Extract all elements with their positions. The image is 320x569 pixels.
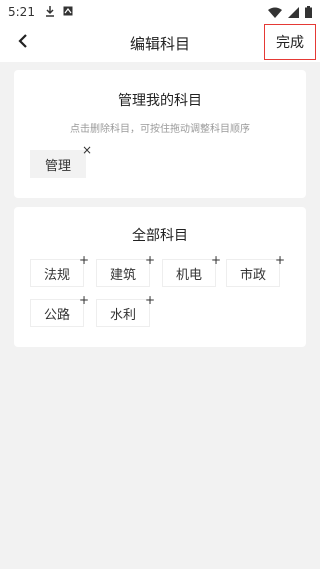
all-subjects-card: 全部科目 法规 + 建筑 + 机电 + 市政 + 公路 + 水利 +	[14, 207, 306, 347]
subject-tag[interactable]: 法规 +	[30, 254, 89, 287]
tag-label: 机电	[175, 267, 202, 283]
chevron-left-icon	[17, 33, 29, 53]
my-subjects-card: 管理我的科目 点击删除科目，可按住拖动调整科目顺序 管理 ×	[14, 70, 306, 198]
my-subjects-hint: 点击删除科目，可按住拖动调整科目顺序	[70, 124, 250, 135]
tag-label: 建筑	[109, 267, 136, 283]
subject-tag[interactable]: 水利 +	[96, 294, 155, 327]
subject-tag[interactable]: 机电 +	[162, 254, 221, 287]
remove-icon[interactable]: ×	[82, 144, 92, 156]
page-title: 编辑科目	[129, 34, 190, 53]
add-icon[interactable]: +	[145, 254, 155, 266]
tag-label: 市政	[239, 267, 266, 283]
all-subjects-title: 全部科目	[132, 228, 188, 244]
signal-icon	[288, 6, 299, 18]
add-icon[interactable]: +	[211, 254, 221, 266]
tag-label: 法规	[43, 267, 70, 283]
back-button[interactable]	[10, 30, 36, 56]
download-icon	[45, 5, 55, 20]
wifi-icon	[268, 7, 282, 18]
battery-icon	[305, 6, 312, 18]
status-bar: 5:21	[0, 0, 320, 24]
add-icon[interactable]: +	[79, 254, 89, 266]
my-subject-tag[interactable]: 管理 ×	[30, 144, 92, 178]
add-icon[interactable]: +	[145, 294, 155, 306]
my-subjects-title: 管理我的科目	[118, 93, 202, 109]
nav-bar: 编辑科目 完成	[0, 24, 320, 62]
tag-label: 水利	[109, 307, 136, 323]
done-button[interactable]: 完成	[264, 24, 316, 60]
subject-tag[interactable]: 公路 +	[30, 294, 89, 327]
status-time: 5:21	[8, 5, 35, 19]
tag-label: 管理	[44, 158, 71, 174]
subject-tag[interactable]: 建筑 +	[96, 254, 155, 287]
add-icon[interactable]: +	[79, 294, 89, 306]
notification-icon	[63, 5, 73, 19]
tag-label: 公路	[43, 307, 70, 323]
add-icon[interactable]: +	[275, 254, 285, 266]
subject-tag[interactable]: 市政 +	[226, 254, 285, 287]
